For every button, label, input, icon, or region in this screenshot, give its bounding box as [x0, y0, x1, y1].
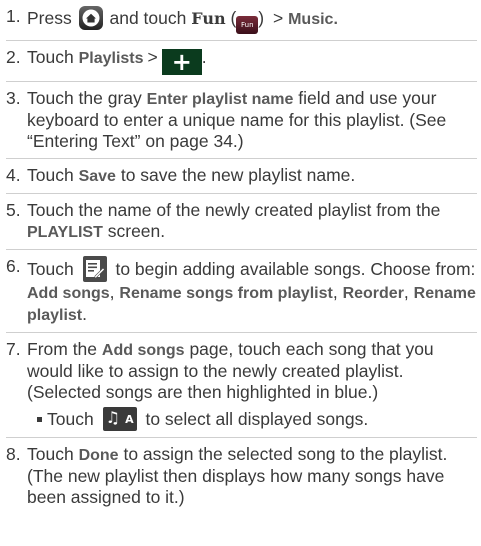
step-text: Touch — [27, 259, 74, 279]
option-add-songs: Add songs — [27, 285, 110, 302]
step-text: Press — [27, 8, 72, 28]
step-4: 4. Touch Save to save the new playlist n… — [6, 159, 477, 194]
select-all-letter: A — [125, 413, 134, 426]
option-rename-songs: Rename songs from playlist — [119, 285, 333, 302]
step-text: screen. — [107, 221, 166, 241]
paren-close: ) — [258, 8, 265, 28]
instruction-page: 1. Press and touch Fun (Fun) > Music. 2.… — [0, 0, 481, 546]
option-reorder: Reorder — [342, 285, 404, 302]
home-key-icon — [78, 6, 103, 30]
step-number: 4. — [6, 165, 21, 185]
step-6: 6. Touch to begin adding available songs… — [6, 250, 477, 333]
step-number: 3. — [6, 88, 21, 108]
arrow-separator: > — [147, 47, 158, 67]
bullet-icon — [37, 417, 42, 422]
step-text: Touch the name of the newly created play… — [27, 200, 441, 220]
arrow-separator: > — [272, 8, 284, 28]
period: . — [201, 47, 207, 67]
playlists-label: Playlists — [78, 50, 144, 67]
step-3: 3. Touch the gray Enter playlist name fi… — [6, 82, 477, 159]
add-songs-label: Add songs — [101, 342, 185, 359]
sub-step: Touch ♫ A to select all displayed songs. — [27, 403, 477, 431]
music-note-icon: ♫ — [105, 408, 120, 427]
step-text: to begin adding available songs. Choose … — [115, 259, 476, 279]
step-number: 7. — [6, 339, 21, 359]
step-text: Touch — [27, 165, 74, 185]
step-text: Touch — [27, 47, 74, 67]
step-text: to select all displayed songs. — [145, 409, 369, 429]
step-number: 5. — [6, 200, 21, 220]
done-label: Done — [78, 447, 119, 464]
step-text: and touch — [109, 8, 187, 28]
add-playlist-icon: + — [161, 49, 202, 75]
separator: , — [403, 282, 409, 302]
step-number: 1. — [6, 6, 21, 26]
enter-playlist-name-label: Enter playlist name — [146, 91, 294, 108]
edit-playlist-icon — [82, 256, 107, 282]
playlist-screen-label: PLAYLIST — [27, 224, 103, 241]
step-text: Touch — [27, 444, 74, 464]
save-label: Save — [78, 168, 116, 185]
step-2: 2. Touch Playlists > +. — [6, 41, 477, 82]
step-number: 2. — [6, 47, 21, 67]
step-1: 1. Press and touch Fun (Fun) > Music. — [6, 0, 477, 41]
step-text: Touch — [47, 409, 94, 429]
step-number: 6. — [6, 256, 21, 276]
select-all-songs-icon: ♫ A — [102, 407, 137, 431]
step-8: 8. Touch Done to assign the selected son… — [6, 438, 477, 514]
step-5: 5. Touch the name of the newly created p… — [6, 194, 477, 250]
separator: , — [109, 282, 115, 302]
period: . — [82, 304, 88, 324]
fun-app-icon: Fun — [236, 16, 259, 34]
separator: , — [332, 282, 338, 302]
step-7: 7. From the Add songs page, touch each s… — [6, 333, 477, 438]
step-text: to save the new playlist name. — [120, 165, 356, 185]
step-text: Touch the gray — [27, 88, 142, 108]
step-number: 8. — [6, 444, 21, 464]
music-label: Music. — [288, 11, 338, 28]
step-text: From the — [27, 339, 98, 359]
fun-label: Fun — [191, 9, 226, 28]
